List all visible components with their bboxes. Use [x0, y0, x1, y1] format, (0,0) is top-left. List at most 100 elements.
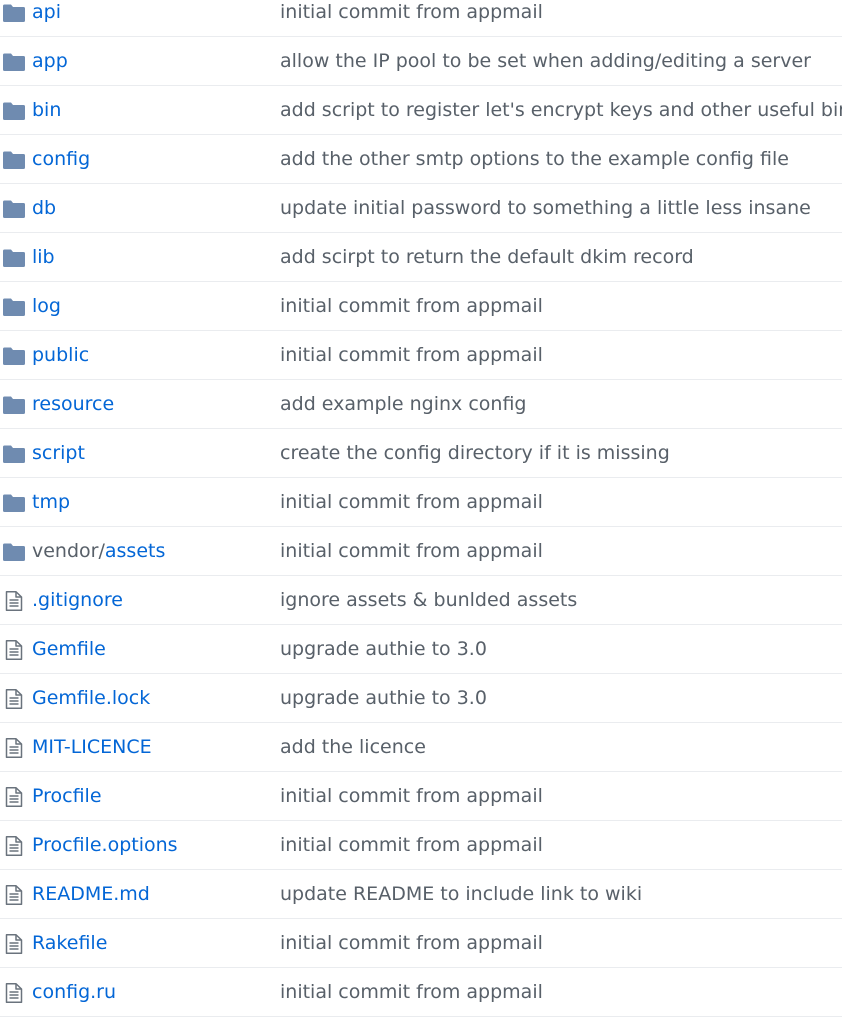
file-name-link[interactable]: config.ru [32, 980, 116, 1004]
file-icon [3, 885, 25, 905]
commit-message-link[interactable]: add scirpt to return the default dkim re… [280, 245, 694, 269]
file-name-text: MIT-LICENCE [32, 736, 152, 758]
file-name-link[interactable]: Gemfile.lock [32, 686, 150, 710]
commit-message-link[interactable]: update README to include link to wiki [280, 882, 642, 906]
file-name-link[interactable]: resource [32, 392, 114, 416]
file-name-link[interactable]: tmp [32, 490, 70, 514]
commit-message-link[interactable]: initial commit from appmail [280, 931, 543, 955]
folder-icon [3, 3, 25, 23]
file-row[interactable]: script create the config directory if it … [0, 429, 842, 478]
commit-message-link[interactable]: allow the IP pool to be set when adding/… [280, 49, 811, 73]
file-name-text: Procfile.options [32, 834, 178, 856]
commit-message-link[interactable]: initial commit from appmail [280, 294, 543, 318]
folder-icon [3, 52, 25, 72]
file-name-link[interactable]: Procfile [32, 784, 102, 808]
commit-message-link[interactable]: initial commit from appmail [280, 0, 543, 24]
commit-message-link[interactable]: upgrade authie to 3.0 [280, 637, 487, 661]
file-row[interactable]: log initial commit from appmail [0, 282, 842, 331]
file-name-text: Procfile [32, 785, 102, 807]
file-row[interactable]: app allow the IP pool to be set when addi… [0, 37, 842, 86]
file-icon [3, 689, 25, 709]
folder-icon [3, 199, 25, 219]
file-name-link[interactable]: config [32, 147, 90, 171]
commit-message-link[interactable]: add the licence [280, 735, 426, 759]
file-row[interactable]: tmp initial commit from appmail [0, 478, 842, 527]
file-name-text: resource [32, 393, 115, 415]
file-name-text: Gemfile [32, 638, 106, 660]
file-name-text: README.md [32, 883, 150, 905]
folder-icon [3, 297, 25, 317]
file-name-text: tmp [32, 491, 71, 513]
file-row[interactable]: README.md update README to include link t… [0, 870, 842, 919]
file-row[interactable]: config.ru initial commit from appmail [0, 968, 842, 1017]
file-row[interactable]: bin add script to register let's encrypt … [0, 86, 842, 135]
file-row[interactable]: lib add scirpt to return the default dkim… [0, 233, 842, 282]
file-name-link[interactable]: public [32, 343, 89, 367]
commit-message-link[interactable]: create the config directory if it is mis… [280, 441, 670, 465]
file-name-link[interactable]: Procfile.options [32, 833, 178, 857]
file-name-text: Rakefile [32, 932, 108, 954]
file-name-text: db [32, 197, 57, 219]
file-name-text: log [32, 295, 61, 317]
file-name-text: config.ru [32, 981, 117, 1003]
commit-message-link[interactable]: add script to register let's encrypt key… [280, 98, 842, 122]
file-name-link[interactable]: bin [32, 98, 61, 122]
file-name-link[interactable]: app [32, 49, 68, 73]
file-name-link[interactable]: MIT-LICENCE [32, 735, 152, 759]
file-name-text: assets [104, 540, 166, 562]
file-row[interactable]: MIT-LICENCE add the licence [0, 723, 842, 772]
file-name-text: script [32, 442, 85, 464]
file-row[interactable]: Gemfile.lock upgrade authie to 3.0 [0, 674, 842, 723]
directory-prefix: vendor/ [32, 540, 105, 562]
file-icon [3, 983, 25, 1003]
commit-message-link[interactable]: initial commit from appmail [280, 980, 543, 1004]
folder-icon [3, 101, 25, 121]
file-name-link[interactable]: log [32, 294, 61, 318]
folder-icon [3, 346, 25, 366]
file-row[interactable]: db update initial password to something a… [0, 184, 842, 233]
file-name-link[interactable]: db [32, 196, 56, 220]
commit-message-link[interactable]: initial commit from appmail [280, 343, 543, 367]
file-name-text: api [32, 1, 61, 23]
commit-message-link[interactable]: initial commit from appmail [280, 490, 543, 514]
file-row[interactable]: .gitignore ignore assets & bunlded assets [0, 576, 842, 625]
file-icon [3, 934, 25, 954]
file-row[interactable]: api initial commit from appmail [0, 0, 842, 37]
commit-message-link[interactable]: initial commit from appmail [280, 784, 543, 808]
file-row[interactable]: vendor/assets initial commit from appmail [0, 527, 842, 576]
file-name-link[interactable]: Rakefile [32, 931, 107, 955]
file-name-text: Gemfile.lock [32, 687, 151, 709]
file-row[interactable]: Procfile initial commit from appmail [0, 772, 842, 821]
file-row[interactable]: resource add example nginx config [0, 380, 842, 429]
file-name-link[interactable]: Gemfile [32, 637, 106, 661]
commit-message-link[interactable]: add the other smtp options to the exampl… [280, 147, 789, 171]
file-name-text: app [32, 50, 68, 72]
commit-message-link[interactable]: upgrade authie to 3.0 [280, 686, 487, 710]
file-list: api initial commit from appmail app allow t… [0, 0, 842, 1017]
file-name-link[interactable]: vendor/assets [32, 539, 165, 563]
file-name-link[interactable]: api [32, 0, 61, 24]
file-name-text: lib [32, 246, 55, 268]
file-row[interactable]: Procfile.options initial commit from appm… [0, 821, 842, 870]
folder-icon [3, 444, 25, 464]
file-name-text: bin [32, 99, 62, 121]
commit-message-link[interactable]: initial commit from appmail [280, 539, 543, 563]
file-row[interactable]: public initial commit from appmail [0, 331, 842, 380]
commit-message-link[interactable]: ignore assets & bunlded assets [280, 588, 577, 612]
file-row[interactable]: Rakefile initial commit from appmail [0, 919, 842, 968]
folder-icon [3, 248, 25, 268]
commit-message-link[interactable]: update initial password to something a l… [280, 196, 811, 220]
file-row[interactable]: Gemfile upgrade authie to 3.0 [0, 625, 842, 674]
file-row[interactable]: config add the other smtp options to the … [0, 135, 842, 184]
file-name-link[interactable]: lib [32, 245, 55, 269]
folder-icon [3, 395, 25, 415]
folder-icon [3, 493, 25, 513]
file-icon [3, 836, 25, 856]
commit-message-link[interactable]: initial commit from appmail [280, 833, 543, 857]
file-name-link[interactable]: README.md [32, 882, 150, 906]
file-name-text: config [32, 148, 91, 170]
commit-message-link[interactable]: add example nginx config [280, 392, 526, 416]
file-icon [3, 787, 25, 807]
file-name-link[interactable]: .gitignore [32, 588, 123, 612]
file-name-link[interactable]: script [32, 441, 85, 465]
